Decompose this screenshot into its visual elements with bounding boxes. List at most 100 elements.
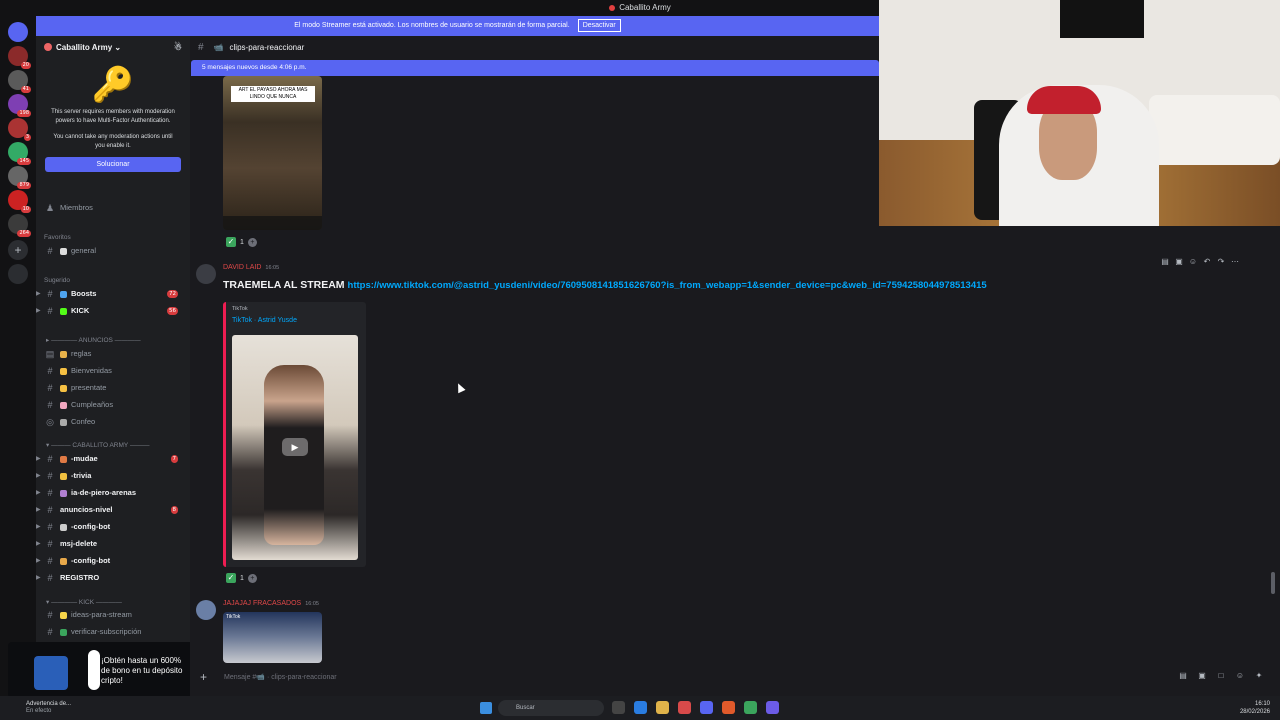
more-icon[interactable]: ⋯ <box>1230 257 1240 267</box>
channel-trivia[interactable]: ▶ # -trivia <box>36 469 190 483</box>
embed-title[interactable]: TikTok · Astrid Yusde <box>232 317 297 324</box>
clock-date: 28/02/2026 <box>1239 709 1270 715</box>
channel-config-bot-2[interactable]: ▶ # -config-bot <box>36 554 190 568</box>
play-icon[interactable]: ▶ <box>282 438 308 456</box>
start-icon[interactable] <box>480 702 492 714</box>
server-icon-2[interactable]: 41 <box>8 70 31 93</box>
tiktok-embed: TikTok TikTok · Astrid Yusde ▶ <box>223 302 366 567</box>
avatar[interactable] <box>196 264 216 284</box>
weather-widget[interactable]: Advertencia de... En efecto <box>26 701 71 715</box>
channel-mudae[interactable]: ▶ # -mudae 7 <box>36 452 190 466</box>
attach-plus-icon[interactable]: + <box>200 670 207 684</box>
check-reaction-icon[interactable]: ✓ <box>226 573 236 583</box>
category-anuncios[interactable]: ▸ ———— ANUNCIOS ———— <box>46 336 141 344</box>
author-name: JAJAJAJ FRACASADOS <box>223 600 302 607</box>
badge: 145 <box>17 158 31 165</box>
clock[interactable]: 16:10 28/02/2026 <box>1240 700 1270 716</box>
gif-icon[interactable]: ▣ <box>1197 671 1207 681</box>
channel-confeo[interactable]: ◎ Confeo <box>36 415 190 429</box>
emoji-icon[interactable]: ☺ <box>1235 671 1245 681</box>
taskbar-search[interactable]: Buscar <box>498 700 604 716</box>
channel-kick[interactable]: ▶ # KICK 56 <box>36 304 190 318</box>
explore-icon[interactable] <box>8 264 28 284</box>
channel-name: -config-bot <box>71 556 111 565</box>
channel-config-bot[interactable]: ▶ # -config-bot <box>36 520 190 534</box>
server-icon-1[interactable]: 20 <box>8 46 31 69</box>
message-author[interactable]: DAVID LAID 16:05 <box>223 264 279 271</box>
clip-thumbnail-2[interactable]: TikTok <box>223 612 322 663</box>
reaction-icon[interactable]: ▣ <box>1174 257 1184 267</box>
promo-overlay[interactable]: ¡Obtén hasta un 600% de bono en tu depós… <box>8 642 196 698</box>
category-kick[interactable]: ▾ ———— KICK ———— <box>46 598 122 606</box>
check-reaction-icon[interactable]: ✓ <box>226 237 236 247</box>
clip-thumbnail-1[interactable]: ART EL PAYASO AHORA MAS LINDO QUE NUNCA <box>223 76 322 230</box>
channel-anuncios-nivel[interactable]: ▶ # anuncios-nivel 8 <box>36 503 190 517</box>
channel-bienvenidas[interactable]: # Bienvenidas <box>36 364 190 378</box>
message-timestamp: 16:05 <box>305 601 319 607</box>
add-server-icon[interactable]: + <box>8 240 28 260</box>
apps-icon[interactable]: ✦ <box>1254 671 1264 681</box>
message-composer[interactable]: + Mensaje #📹 · clips-para-reaccionar ▤ ▣… <box>190 667 1280 688</box>
members-label: Miembros <box>60 203 93 212</box>
server-icon-5[interactable]: 145 <box>8 142 31 165</box>
emoji-icon[interactable]: ☺ <box>1188 257 1198 267</box>
hash-icon: # <box>47 454 53 464</box>
add-reaction-icon[interactable]: + <box>247 237 257 247</box>
home-icon[interactable] <box>8 22 28 42</box>
hash-icon: # <box>47 505 53 515</box>
channel-name: anuncios-nivel <box>60 505 113 514</box>
webcam-cap <box>1027 86 1101 114</box>
check-emoji-icon <box>60 628 67 636</box>
video-controls[interactable] <box>223 216 322 230</box>
app-icon[interactable] <box>678 701 691 714</box>
kick-taskbar-icon[interactable] <box>744 701 757 714</box>
channel-cumpleanos[interactable]: # Cumpleaños <box>36 398 190 412</box>
mfa-text: This server requires members with modera… <box>51 109 175 124</box>
edge-icon[interactable] <box>634 701 647 714</box>
fix-button[interactable]: Solucionar <box>45 157 181 172</box>
reply-icon[interactable]: ↶ <box>1202 257 1212 267</box>
sticker-icon[interactable]: □ <box>1216 671 1226 681</box>
add-reaction-icon[interactable]: + <box>247 573 257 583</box>
channel-boosts[interactable]: ▶ # Boosts 72 <box>36 287 190 301</box>
avatar[interactable] <box>196 600 216 620</box>
server-icon-7[interactable]: 10 <box>8 190 31 213</box>
gift-icon[interactable]: ▤ <box>1178 671 1188 681</box>
channel-verificar-subscripcion[interactable]: # verificar-subscripción <box>36 625 190 639</box>
embed-video[interactable]: ▶ <box>232 335 358 560</box>
new-messages-bar[interactable]: 5 mensajes nuevos desde 4:06 p.m. <box>191 60 879 76</box>
obs-icon[interactable] <box>766 701 779 714</box>
server-icon-8[interactable]: 264 <box>8 214 31 237</box>
server-icon-6[interactable]: 879 <box>8 166 31 189</box>
channel-registro[interactable]: ▶ # REGISTRO <box>36 571 190 585</box>
key-icon: 🔑 <box>91 66 135 104</box>
message-toolbar: ▤ ▣ ☺ ↶ ↷ ⋯ <box>1160 254 1256 270</box>
scrollbar-thumb[interactable] <box>1271 572 1275 594</box>
channel-general[interactable]: # general <box>36 244 190 258</box>
message-author[interactable]: JAJAJAJ FRACASADOS 16:05 <box>223 600 319 607</box>
channel-msj-delete[interactable]: ▶ # msj-delete <box>36 537 190 551</box>
forward-icon[interactable]: ↷ <box>1216 257 1226 267</box>
app-icon[interactable]: ▤ <box>1160 257 1170 267</box>
rules-icon: ▤ <box>45 349 55 359</box>
reaction-count: 1 <box>240 574 244 582</box>
message-input[interactable]: Mensaje #📹 · clips-para-reaccionar <box>224 673 337 681</box>
task-view-icon[interactable] <box>612 701 625 714</box>
brave-icon[interactable] <box>722 701 735 714</box>
server-icon-4[interactable]: 3 <box>8 118 31 141</box>
channel-presentate[interactable]: # presentate <box>36 381 190 395</box>
tiktok-link[interactable]: https://www.tiktok.com/@astrid_yusdeni/v… <box>348 280 987 291</box>
server-icon-3[interactable]: 198 <box>8 94 31 117</box>
channel-ideas-para-stream[interactable]: # ideas-para-stream <box>36 608 190 622</box>
deactivate-button[interactable]: Desactivar <box>577 19 621 32</box>
members-link[interactable]: ♟ Miembros <box>36 201 190 215</box>
channel-ia-de-piero-arenas[interactable]: ▶ # ia-de-piero-arenas <box>36 486 190 500</box>
channel-reglas[interactable]: ▤ reglas <box>36 347 190 361</box>
hash-icon: # <box>47 556 53 566</box>
folder-icon[interactable] <box>656 701 669 714</box>
channel-name: Bienvenidas <box>71 366 112 375</box>
discord-taskbar-icon[interactable] <box>700 701 713 714</box>
invite-people-icon[interactable]: ☃ <box>174 42 182 53</box>
category-caballito[interactable]: ▾ ——— CABALLITO ARMY ——— <box>46 441 149 449</box>
guild-header[interactable]: Caballito Army ⌄ ☃ <box>36 36 190 58</box>
